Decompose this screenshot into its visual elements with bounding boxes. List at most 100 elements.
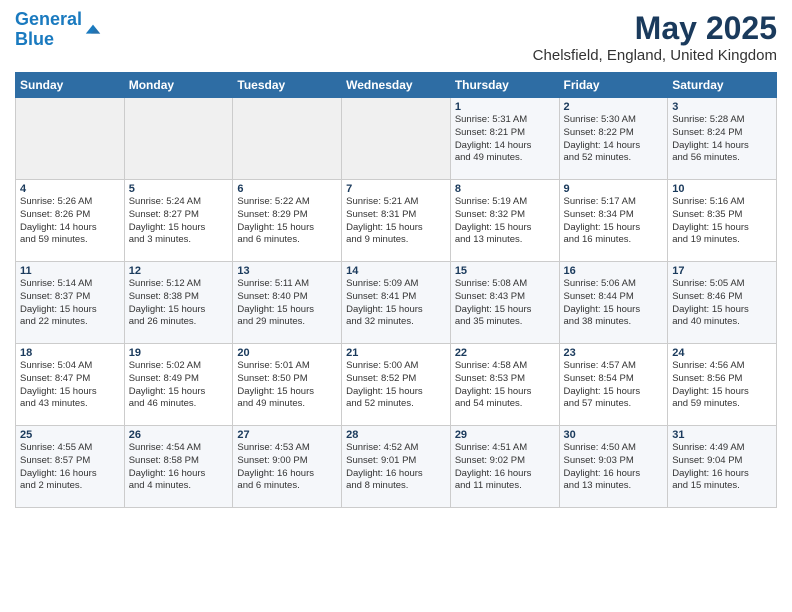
day-number: 3 <box>672 101 772 113</box>
logo-line2: Blue <box>15 29 54 49</box>
day-number: 1 <box>455 101 555 113</box>
calendar-cell <box>124 98 233 180</box>
day-info: Sunrise: 5:26 AM Sunset: 8:26 PM Dayligh… <box>20 196 120 247</box>
logo-icon <box>84 21 102 39</box>
day-info: Sunrise: 5:22 AM Sunset: 8:29 PM Dayligh… <box>237 196 337 247</box>
day-number: 2 <box>564 101 664 113</box>
day-number: 17 <box>672 265 772 277</box>
day-number: 19 <box>129 347 229 359</box>
day-number: 30 <box>564 429 664 441</box>
weekday-header: Tuesday <box>233 73 342 98</box>
weekday-header-row: SundayMondayTuesdayWednesdayThursdayFrid… <box>16 73 777 98</box>
day-info: Sunrise: 5:31 AM Sunset: 8:21 PM Dayligh… <box>455 114 555 165</box>
calendar-cell: 6Sunrise: 5:22 AM Sunset: 8:29 PM Daylig… <box>233 180 342 262</box>
day-number: 24 <box>672 347 772 359</box>
header: General Blue May 2025 Chelsfield, Englan… <box>15 10 777 64</box>
day-number: 7 <box>346 183 446 195</box>
weekday-header: Sunday <box>16 73 125 98</box>
day-info: Sunrise: 5:06 AM Sunset: 8:44 PM Dayligh… <box>564 278 664 329</box>
day-info: Sunrise: 4:56 AM Sunset: 8:56 PM Dayligh… <box>672 360 772 411</box>
day-info: Sunrise: 4:55 AM Sunset: 8:57 PM Dayligh… <box>20 442 120 493</box>
day-number: 21 <box>346 347 446 359</box>
day-info: Sunrise: 4:49 AM Sunset: 9:04 PM Dayligh… <box>672 442 772 493</box>
day-number: 14 <box>346 265 446 277</box>
calendar-cell: 31Sunrise: 4:49 AM Sunset: 9:04 PM Dayli… <box>668 426 777 508</box>
day-number: 23 <box>564 347 664 359</box>
calendar-cell: 9Sunrise: 5:17 AM Sunset: 8:34 PM Daylig… <box>559 180 668 262</box>
calendar-cell: 3Sunrise: 5:28 AM Sunset: 8:24 PM Daylig… <box>668 98 777 180</box>
calendar-cell: 21Sunrise: 5:00 AM Sunset: 8:52 PM Dayli… <box>342 344 451 426</box>
day-info: Sunrise: 5:02 AM Sunset: 8:49 PM Dayligh… <box>129 360 229 411</box>
day-info: Sunrise: 4:54 AM Sunset: 8:58 PM Dayligh… <box>129 442 229 493</box>
day-info: Sunrise: 5:19 AM Sunset: 8:32 PM Dayligh… <box>455 196 555 247</box>
calendar-cell: 14Sunrise: 5:09 AM Sunset: 8:41 PM Dayli… <box>342 262 451 344</box>
day-number: 26 <box>129 429 229 441</box>
day-info: Sunrise: 4:51 AM Sunset: 9:02 PM Dayligh… <box>455 442 555 493</box>
day-number: 10 <box>672 183 772 195</box>
calendar-cell: 26Sunrise: 4:54 AM Sunset: 8:58 PM Dayli… <box>124 426 233 508</box>
calendar-cell: 4Sunrise: 5:26 AM Sunset: 8:26 PM Daylig… <box>16 180 125 262</box>
day-number: 6 <box>237 183 337 195</box>
calendar-row: 4Sunrise: 5:26 AM Sunset: 8:26 PM Daylig… <box>16 180 777 262</box>
day-number: 9 <box>564 183 664 195</box>
day-number: 29 <box>455 429 555 441</box>
calendar-cell: 27Sunrise: 4:53 AM Sunset: 9:00 PM Dayli… <box>233 426 342 508</box>
day-info: Sunrise: 5:01 AM Sunset: 8:50 PM Dayligh… <box>237 360 337 411</box>
subtitle: Chelsfield, England, United Kingdom <box>533 47 777 64</box>
day-info: Sunrise: 5:30 AM Sunset: 8:22 PM Dayligh… <box>564 114 664 165</box>
logo-line1: General <box>15 9 82 29</box>
calendar-cell: 22Sunrise: 4:58 AM Sunset: 8:53 PM Dayli… <box>450 344 559 426</box>
day-number: 15 <box>455 265 555 277</box>
day-info: Sunrise: 4:53 AM Sunset: 9:00 PM Dayligh… <box>237 442 337 493</box>
day-number: 4 <box>20 183 120 195</box>
calendar-cell <box>342 98 451 180</box>
weekday-header: Thursday <box>450 73 559 98</box>
day-number: 8 <box>455 183 555 195</box>
day-info: Sunrise: 4:52 AM Sunset: 9:01 PM Dayligh… <box>346 442 446 493</box>
day-info: Sunrise: 5:16 AM Sunset: 8:35 PM Dayligh… <box>672 196 772 247</box>
day-number: 18 <box>20 347 120 359</box>
day-info: Sunrise: 5:11 AM Sunset: 8:40 PM Dayligh… <box>237 278 337 329</box>
calendar-row: 25Sunrise: 4:55 AM Sunset: 8:57 PM Dayli… <box>16 426 777 508</box>
calendar-row: 18Sunrise: 5:04 AM Sunset: 8:47 PM Dayli… <box>16 344 777 426</box>
weekday-header: Saturday <box>668 73 777 98</box>
day-number: 12 <box>129 265 229 277</box>
calendar-cell: 2Sunrise: 5:30 AM Sunset: 8:22 PM Daylig… <box>559 98 668 180</box>
logo-text: General Blue <box>15 10 82 50</box>
calendar-cell: 16Sunrise: 5:06 AM Sunset: 8:44 PM Dayli… <box>559 262 668 344</box>
calendar-cell: 8Sunrise: 5:19 AM Sunset: 8:32 PM Daylig… <box>450 180 559 262</box>
calendar-cell: 29Sunrise: 4:51 AM Sunset: 9:02 PM Dayli… <box>450 426 559 508</box>
calendar-cell: 15Sunrise: 5:08 AM Sunset: 8:43 PM Dayli… <box>450 262 559 344</box>
day-number: 13 <box>237 265 337 277</box>
day-info: Sunrise: 5:17 AM Sunset: 8:34 PM Dayligh… <box>564 196 664 247</box>
title-area: May 2025 Chelsfield, England, United Kin… <box>533 10 777 64</box>
calendar-cell <box>233 98 342 180</box>
day-number: 16 <box>564 265 664 277</box>
calendar-cell: 13Sunrise: 5:11 AM Sunset: 8:40 PM Dayli… <box>233 262 342 344</box>
day-number: 28 <box>346 429 446 441</box>
calendar-row: 11Sunrise: 5:14 AM Sunset: 8:37 PM Dayli… <box>16 262 777 344</box>
weekday-header: Monday <box>124 73 233 98</box>
day-number: 27 <box>237 429 337 441</box>
calendar-cell: 7Sunrise: 5:21 AM Sunset: 8:31 PM Daylig… <box>342 180 451 262</box>
day-info: Sunrise: 5:04 AM Sunset: 8:47 PM Dayligh… <box>20 360 120 411</box>
calendar-cell: 19Sunrise: 5:02 AM Sunset: 8:49 PM Dayli… <box>124 344 233 426</box>
day-number: 20 <box>237 347 337 359</box>
day-info: Sunrise: 4:58 AM Sunset: 8:53 PM Dayligh… <box>455 360 555 411</box>
day-info: Sunrise: 5:21 AM Sunset: 8:31 PM Dayligh… <box>346 196 446 247</box>
day-number: 11 <box>20 265 120 277</box>
day-info: Sunrise: 5:24 AM Sunset: 8:27 PM Dayligh… <box>129 196 229 247</box>
weekday-header: Friday <box>559 73 668 98</box>
calendar-cell: 18Sunrise: 5:04 AM Sunset: 8:47 PM Dayli… <box>16 344 125 426</box>
calendar-cell: 24Sunrise: 4:56 AM Sunset: 8:56 PM Dayli… <box>668 344 777 426</box>
day-info: Sunrise: 5:12 AM Sunset: 8:38 PM Dayligh… <box>129 278 229 329</box>
day-info: Sunrise: 5:09 AM Sunset: 8:41 PM Dayligh… <box>346 278 446 329</box>
calendar-cell: 5Sunrise: 5:24 AM Sunset: 8:27 PM Daylig… <box>124 180 233 262</box>
day-info: Sunrise: 5:00 AM Sunset: 8:52 PM Dayligh… <box>346 360 446 411</box>
weekday-header: Wednesday <box>342 73 451 98</box>
day-info: Sunrise: 5:05 AM Sunset: 8:46 PM Dayligh… <box>672 278 772 329</box>
main-title: May 2025 <box>533 10 777 47</box>
day-info: Sunrise: 5:28 AM Sunset: 8:24 PM Dayligh… <box>672 114 772 165</box>
calendar-cell: 1Sunrise: 5:31 AM Sunset: 8:21 PM Daylig… <box>450 98 559 180</box>
calendar-cell: 17Sunrise: 5:05 AM Sunset: 8:46 PM Dayli… <box>668 262 777 344</box>
